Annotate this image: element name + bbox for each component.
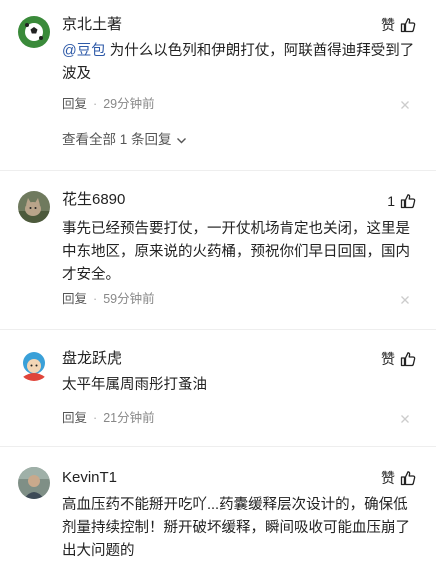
user-avatar[interactable]	[18, 349, 50, 381]
like-button[interactable]: 1	[387, 192, 416, 210]
separator-dot: ·	[93, 411, 98, 425]
close-icon[interactable]	[400, 295, 410, 305]
cartoon-character-icon	[18, 349, 50, 381]
username[interactable]: KevinT1	[62, 469, 117, 487]
view-all-replies-button[interactable]: 查看全部 1 条回复	[62, 131, 187, 149]
timestamp: 59分钟前	[103, 292, 155, 306]
thumbs-up-icon	[400, 18, 416, 33]
comment-body: 为什么以色列和伊朗打仗，阿联酋得迪拜受到了波及	[62, 43, 415, 82]
thumbs-up-icon	[400, 471, 416, 486]
separator-dot: ·	[93, 292, 98, 306]
timestamp: 21分钟前	[103, 411, 155, 425]
divider	[0, 446, 436, 447]
divider	[0, 170, 436, 171]
comment-text: 高血压药不能掰开吃吖...药囊缓释层次设计的，确保低剂量持续控制！掰开破坏缓释，…	[62, 497, 410, 559]
comment-meta: 回复 · 59分钟前	[62, 291, 155, 307]
soccer-ball-icon	[18, 16, 50, 48]
user-avatar[interactable]	[18, 16, 50, 48]
comment-text: 太平年属周雨彤打蚤油	[62, 377, 207, 393]
comment-meta: 回复 · 29分钟前	[62, 96, 155, 112]
like-count: 1	[387, 193, 395, 209]
comment-text: @豆包 为什么以色列和伊朗打仗，阿联酋得迪拜受到了波及	[62, 40, 420, 86]
reply-button[interactable]: 回复	[62, 410, 87, 426]
like-button[interactable]: 赞	[381, 469, 416, 487]
cat-photo-icon	[18, 191, 50, 223]
person-photo-icon	[18, 467, 50, 499]
like-label: 赞	[381, 17, 395, 33]
timestamp: 29分钟前	[103, 97, 155, 111]
separator-dot: ·	[93, 97, 98, 111]
comment-meta: 回复 · 21分钟前	[62, 410, 155, 426]
user-avatar[interactable]	[18, 467, 50, 499]
username[interactable]: 盘龙跃虎	[62, 350, 122, 368]
reply-button[interactable]: 回复	[62, 291, 87, 307]
like-button[interactable]: 赞	[381, 350, 416, 368]
like-button[interactable]: 赞	[381, 16, 416, 34]
reply-button[interactable]: 回复	[62, 96, 87, 112]
divider	[0, 329, 436, 330]
username[interactable]: 京北土著	[62, 16, 122, 34]
like-label: 赞	[381, 351, 395, 367]
like-label: 赞	[381, 470, 395, 486]
mention-link[interactable]: @豆包	[62, 43, 106, 59]
comment-text: 事先已经预告要打仗，一开仗机场肯定也关闭，这里是中东地区，原来说的火药桶，预祝你…	[62, 221, 410, 283]
thumbs-up-icon	[400, 352, 416, 367]
close-icon[interactable]	[400, 100, 410, 110]
close-icon[interactable]	[400, 414, 410, 424]
username[interactable]: 花生6890	[62, 191, 125, 209]
thumbs-up-icon	[400, 194, 416, 209]
user-avatar[interactable]	[18, 191, 50, 223]
view-all-replies-label: 查看全部 1 条回复	[62, 132, 172, 147]
chevron-down-icon	[176, 137, 186, 143]
